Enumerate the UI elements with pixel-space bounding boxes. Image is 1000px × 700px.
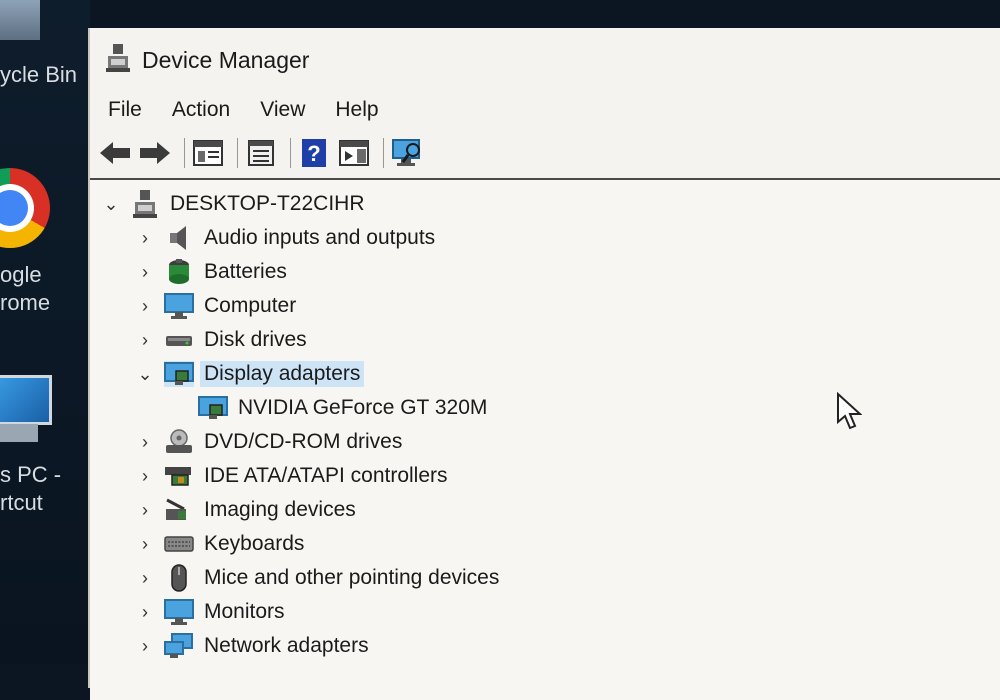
menu-action[interactable]: Action xyxy=(172,98,230,122)
scan-hardware-icon[interactable] xyxy=(390,136,424,170)
tree-item-ide-controllers[interactable]: › IDE ATA/ATAPI controllers xyxy=(134,460,452,492)
tree-item-label: Imaging devices xyxy=(204,498,356,521)
title-bar[interactable]: Device Manager xyxy=(90,28,1000,92)
recycle-bin-label[interactable]: ycle Bin xyxy=(0,62,77,88)
forward-arrow-icon[interactable] xyxy=(138,136,172,170)
toolbar: ? xyxy=(90,128,1000,179)
chrome-label-line2[interactable]: rome xyxy=(0,290,50,316)
chevron-right-icon[interactable]: › xyxy=(134,533,156,555)
monitor-icon xyxy=(164,599,194,625)
chevron-right-icon[interactable]: › xyxy=(134,601,156,623)
tree-item-batteries[interactable]: › Batteries xyxy=(134,256,291,288)
menu-file[interactable]: File xyxy=(108,98,142,122)
toolbar-separator xyxy=(290,138,291,168)
svg-text:?: ? xyxy=(307,141,320,166)
tree-item-dvd-drives[interactable]: › DVD/CD-ROM drives xyxy=(134,426,406,458)
chevron-right-icon[interactable]: › xyxy=(134,431,156,453)
desktop: ycle Bin ogle rome s PC - rtcut xyxy=(0,0,90,664)
tree-item-label: Display adapters xyxy=(200,361,365,387)
tree-item-monitors[interactable]: › Monitors xyxy=(134,596,289,628)
tree-item-label: Network adapters xyxy=(204,634,369,657)
tree-item-label: Mice and other pointing devices xyxy=(204,566,500,589)
tree-item-imaging-devices[interactable]: › Imaging devices xyxy=(134,494,360,526)
tree-item-display-adapters[interactable]: ⌄ Display adapters xyxy=(134,358,365,390)
speaker-icon xyxy=(164,225,194,251)
network-icon xyxy=(164,633,194,659)
show-hide-tree-icon[interactable] xyxy=(191,136,225,170)
window-title: Device Manager xyxy=(142,46,310,73)
tree-item-label: IDE ATA/ATAPI controllers xyxy=(204,464,448,487)
dvd-drive-icon xyxy=(164,429,194,455)
chevron-right-icon[interactable]: › xyxy=(134,227,156,249)
display-adapter-icon xyxy=(164,361,194,387)
disk-drive-icon xyxy=(164,327,194,353)
menu-help[interactable]: Help xyxy=(335,98,378,122)
mouse-cursor-icon xyxy=(836,391,863,435)
computer-tower-icon xyxy=(130,190,160,218)
toolbar-separator xyxy=(383,138,384,168)
tree-item-keyboards[interactable]: › Keyboards xyxy=(134,528,308,560)
chevron-right-icon[interactable]: › xyxy=(134,499,156,521)
keyboard-icon xyxy=(164,531,194,557)
tree-item-label: Keyboards xyxy=(204,532,305,555)
chevron-right-icon[interactable]: › xyxy=(134,635,156,657)
battery-icon xyxy=(164,259,194,285)
tree-item-computer[interactable]: › Computer xyxy=(134,290,300,322)
device-tree: ⌄ DESKTOP-T22CIHR › Audio inputs and out… xyxy=(90,178,1000,700)
chevron-right-icon[interactable]: › xyxy=(134,295,156,317)
tree-item-label: Batteries xyxy=(204,260,287,283)
tree-item-audio[interactable]: › Audio inputs and outputs xyxy=(134,222,439,254)
action-pane-icon[interactable] xyxy=(337,136,371,170)
toolbar-separator xyxy=(184,138,185,168)
display-adapter-icon xyxy=(198,395,228,421)
monitor-icon xyxy=(164,293,194,319)
tree-item-label: NVIDIA GeForce GT 320M xyxy=(238,396,488,419)
toolbar-separator xyxy=(237,138,238,168)
tree-item-label: DVD/CD-ROM drives xyxy=(204,430,403,453)
this-pc-label-line1[interactable]: s PC - xyxy=(0,462,61,488)
chrome-icon[interactable] xyxy=(0,168,50,248)
tree-item-label: Monitors xyxy=(204,600,285,623)
tree-item-disk-drives[interactable]: › Disk drives xyxy=(134,324,311,356)
chevron-down-icon[interactable]: ⌄ xyxy=(134,363,156,385)
tree-item-label: Audio inputs and outputs xyxy=(204,226,436,249)
chevron-right-icon[interactable]: › xyxy=(134,329,156,351)
mouse-icon xyxy=(164,564,194,592)
tree-item-nvidia-geforce[interactable]: NVIDIA GeForce GT 320M xyxy=(190,392,491,424)
help-icon[interactable]: ? xyxy=(297,136,331,170)
device-manager-window: Device Manager File Action View Help ? ⌄… xyxy=(88,28,1000,700)
menu-view[interactable]: View xyxy=(260,98,305,122)
chevron-right-icon[interactable]: › xyxy=(134,261,156,283)
this-pc-stand xyxy=(0,424,38,442)
this-pc-label-line2[interactable]: rtcut xyxy=(0,490,43,516)
recycle-bin-icon[interactable] xyxy=(0,0,40,40)
back-arrow-icon[interactable] xyxy=(98,136,132,170)
chevron-right-icon[interactable]: › xyxy=(134,567,156,589)
tree-item-network-adapters[interactable]: › Network adapters xyxy=(134,630,373,662)
camera-icon xyxy=(164,497,194,523)
chevron-right-icon[interactable]: › xyxy=(134,465,156,487)
tree-root-label: DESKTOP-T22CIHR xyxy=(170,192,365,215)
properties-icon[interactable] xyxy=(244,136,278,170)
chrome-label-line1[interactable]: ogle xyxy=(0,262,42,288)
menu-bar: File Action View Help xyxy=(90,92,1000,128)
tree-root[interactable]: ⌄ DESKTOP-T22CIHR xyxy=(100,188,369,220)
this-pc-icon[interactable] xyxy=(0,375,52,425)
tree-item-label: Computer xyxy=(204,294,297,317)
tree-item-label: Disk drives xyxy=(204,328,307,351)
tree-item-mice[interactable]: › Mice and other pointing devices xyxy=(134,562,503,594)
device-manager-app-icon xyxy=(106,43,130,77)
ide-controller-icon xyxy=(164,463,194,489)
chevron-down-icon[interactable]: ⌄ xyxy=(100,193,122,215)
